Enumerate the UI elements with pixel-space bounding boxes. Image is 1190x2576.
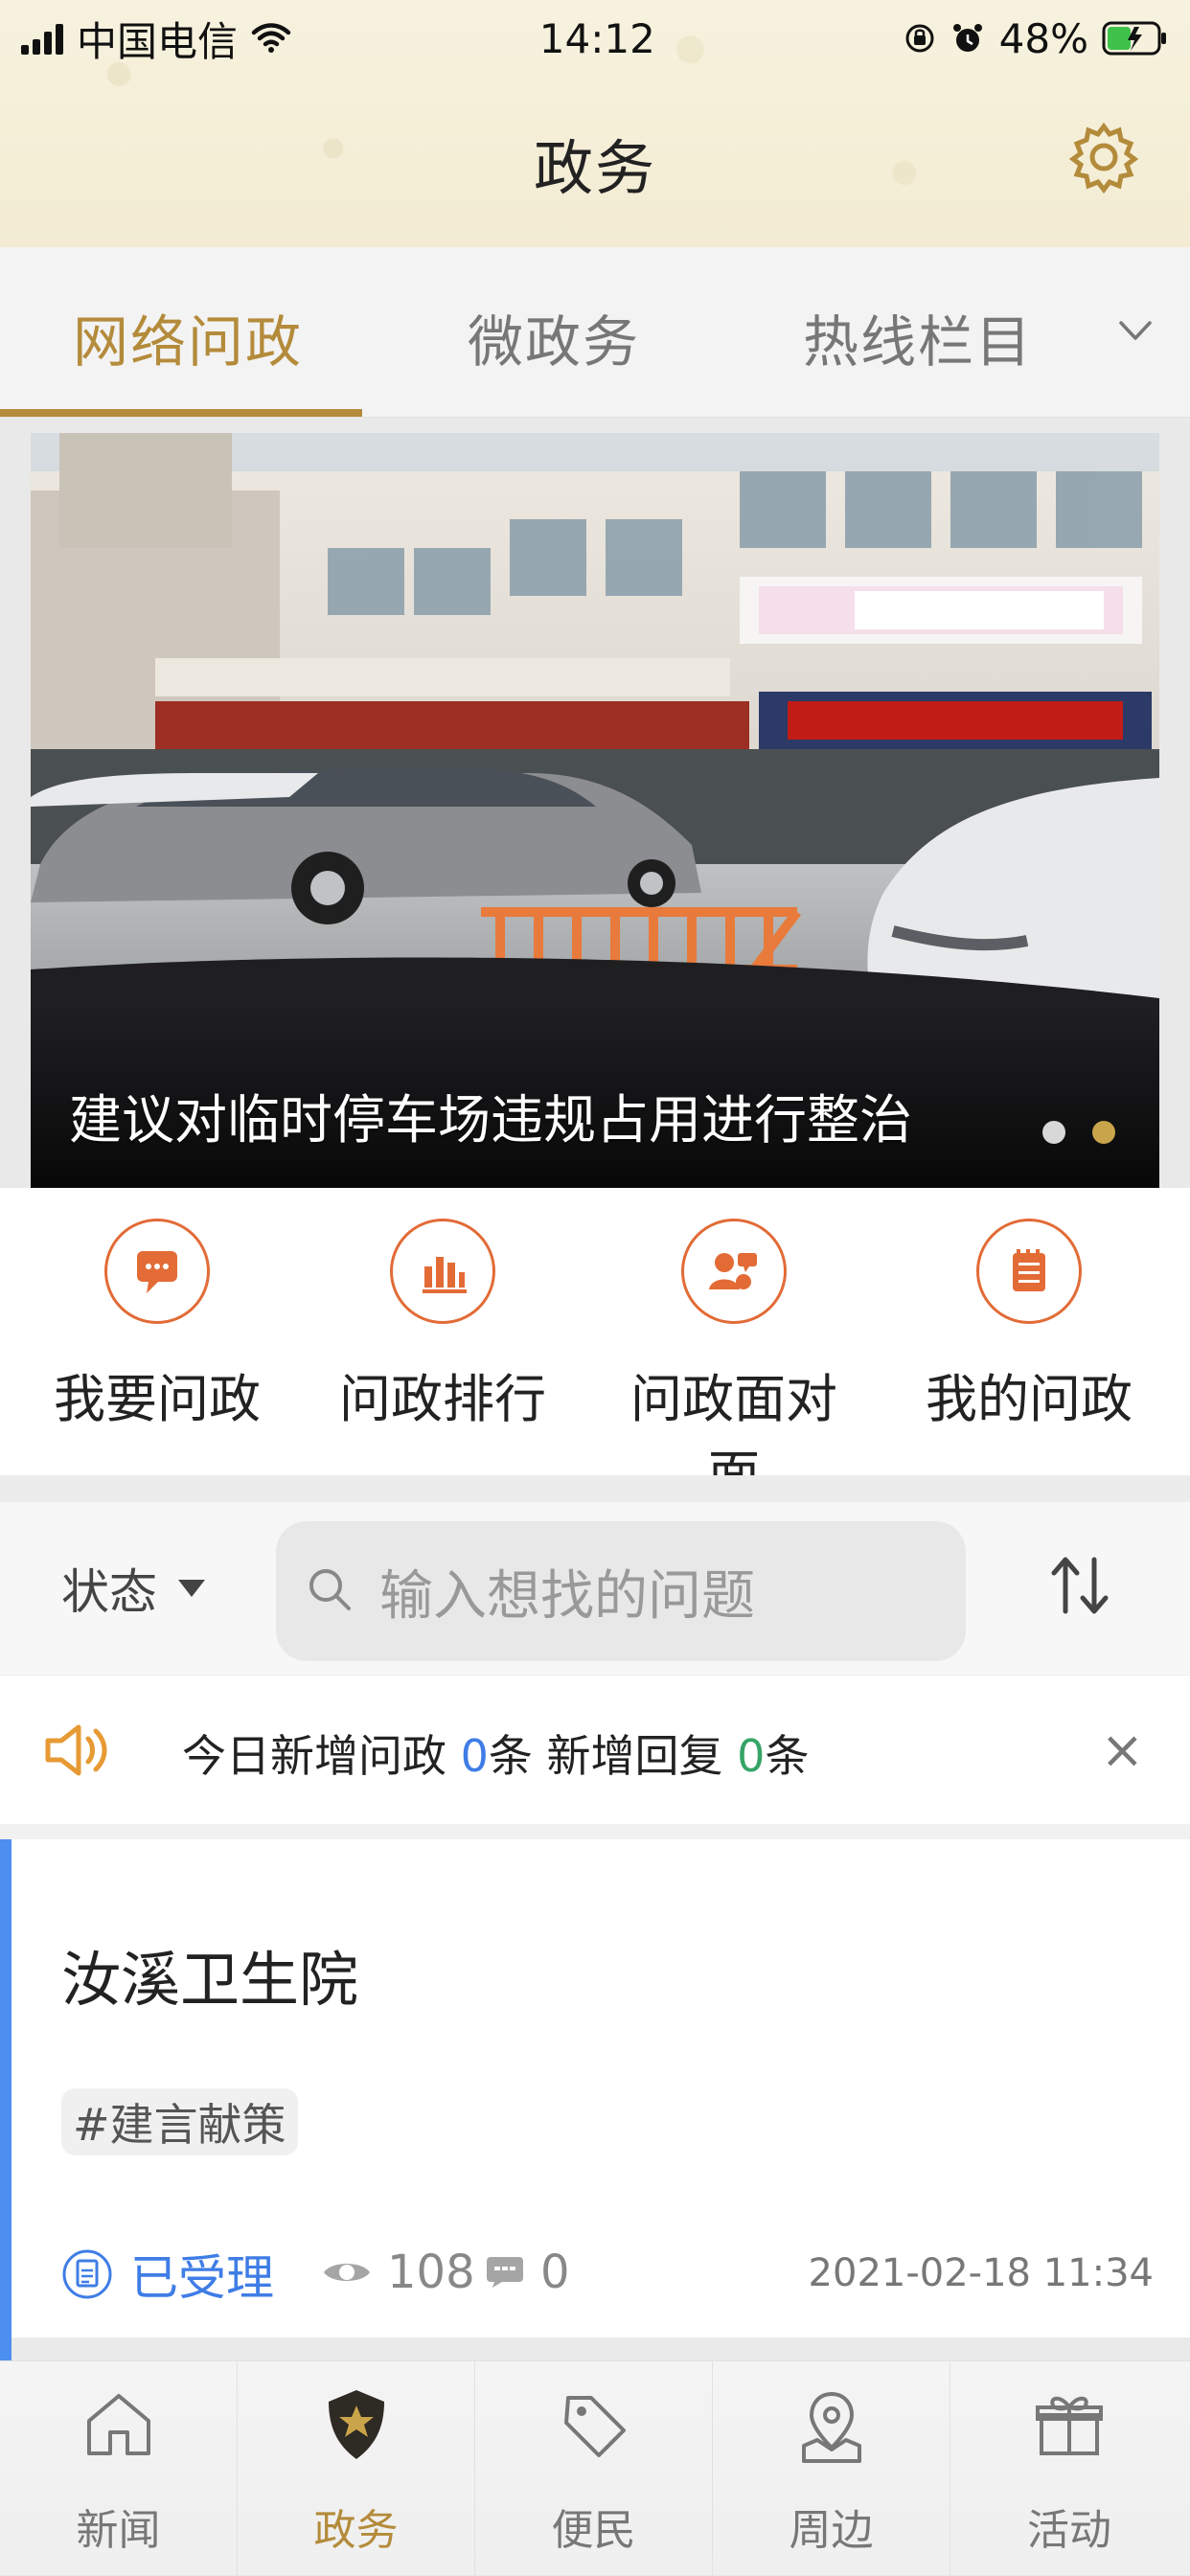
status-left: 中国电信 [21,10,291,68]
nav-label: 活动 [1027,2506,1111,2555]
nav-item-nearby[interactable]: 周边 [713,2361,950,2576]
nav-label: 政务 [313,2506,399,2555]
new-replies-count: 0 [737,1730,766,1782]
status-right: 48% [904,15,1169,62]
search-input[interactable]: 输入想找的问题 [276,1521,966,1661]
quick-action-label: 我要问政 [54,1369,261,1429]
comment-count: 0 [485,2245,570,2299]
daily-notice: 今日新增问政 0条 新增回复 0条 × [0,1675,1190,1824]
signal-icon [21,22,63,55]
nav-label: 新闻 [76,2506,161,2555]
banner-carousel[interactable]: 建议对临时停车场违规占用进行整治 [31,433,1159,1188]
status-bar: 中国电信 14:12 48% [0,0,1190,77]
card-accent [0,1839,11,2337]
quick-action-ranking[interactable]: 问政排行 [318,1219,567,1432]
notice-middle: 条 新增回复 [488,1730,738,1782]
nav-label: 便民 [551,2506,636,2555]
carrier-label: 中国电信 [77,17,239,65]
section-divider [0,1824,1190,1839]
inquiry-card[interactable]: 汝溪卫生院 #建言献策 已受理 108 0 2021-02-18 11:34 [0,1839,1190,2337]
next-item-accent [0,2337,11,2360]
topic-tag[interactable]: #建言献策 [61,2088,298,2155]
quick-actions: 我要问政 问政排行 问政面对面 [0,1188,1190,1505]
home-icon [76,2382,162,2469]
chart-icon [390,1219,495,1324]
page-title: 政务 [533,133,656,203]
filter-bar: 状态 输入想找的问题 [0,1502,1190,1675]
government-badge-icon [313,2382,400,2469]
quick-action-face-to-face[interactable]: 问政面对面 [609,1219,858,1508]
quick-action-my-inquiries[interactable]: 我的问政 [904,1219,1154,1432]
status-dropdown-label: 状态 [61,1564,157,1620]
rotation-lock-icon [904,22,936,55]
view-count: 108 [322,2245,475,2299]
active-tab-indicator [0,409,362,417]
app-header: 政务 [0,77,1190,247]
battery-percent: 48% [998,14,1088,62]
wifi-icon [251,23,291,54]
tab-hotline-column[interactable]: 热线栏目 [803,297,1033,377]
sort-icon[interactable] [1039,1544,1121,1627]
bottom-navigation: 新闻 政务 便民 周边 活动 [0,2360,1190,2576]
notepad-icon [976,1219,1082,1324]
quick-action-label: 问政排行 [339,1369,546,1429]
view-count-value: 108 [387,2245,475,2299]
quick-action-ask[interactable]: 我要问政 [33,1219,282,1432]
face-to-face-icon [681,1219,787,1324]
quick-action-label: 我的问政 [926,1369,1133,1429]
tag-icon [551,2382,637,2469]
location-pin-icon [789,2382,875,2469]
carousel-indicator [1042,1121,1115,1144]
next-item-strip [0,2337,1190,2360]
nav-item-government[interactable]: 政务 [238,2361,475,2576]
chevron-down-icon[interactable] [1113,308,1157,353]
close-icon[interactable]: × [1101,1720,1144,1780]
chat-icon [104,1219,210,1324]
status-badge: 已受理 [61,2240,274,2309]
notice-suffix: 条 [765,1730,810,1782]
eye-icon [324,2264,370,2281]
settings-gear-icon[interactable] [1065,119,1142,195]
carousel-dot-active[interactable] [1092,1121,1115,1144]
status-dropdown[interactable]: 状态 [61,1554,205,1623]
nav-item-news[interactable]: 新闻 [0,2361,238,2576]
comment-count-value: 0 [540,2245,570,2299]
battery-icon [1102,19,1169,57]
comment-icon [487,2257,523,2288]
notice-prefix: 今日新增问政 [182,1730,461,1782]
tab-micro-government[interactable]: 微政务 [468,297,640,377]
caret-down-icon [178,1580,205,1597]
notice-text: 今日新增问政 0条 新增回复 0条 [182,1721,809,1785]
category-tabs: 网络问政 微政务 热线栏目 [0,247,1190,418]
speaker-icon [38,1710,119,1790]
nav-item-activities[interactable]: 活动 [950,2361,1188,2576]
banner-caption: 建议对临时停车场违规占用进行整治 [69,1089,913,1151]
clock: 14:12 [538,14,655,62]
alarm-icon [950,20,986,57]
nav-label: 周边 [789,2506,874,2555]
carousel-dot[interactable] [1042,1121,1065,1144]
tab-online-inquiry[interactable]: 网络问政 [73,297,303,377]
new-questions-count: 0 [460,1730,489,1782]
timestamp: 2021-02-18 11:34 [808,2251,1154,2295]
inquiry-title: 汝溪卫生院 [61,1945,359,2015]
status-text: 已受理 [130,2250,274,2306]
document-status-icon [62,2249,112,2299]
gift-icon [1026,2382,1112,2469]
search-icon [303,1562,356,1620]
nav-item-convenience[interactable]: 便民 [475,2361,713,2576]
section-divider [0,1475,1190,1502]
banner-photo [31,433,1159,1188]
inquiry-meta: 已受理 108 0 2021-02-18 11:34 [61,2240,1154,2316]
search-placeholder: 输入想找的问题 [379,1564,755,1628]
